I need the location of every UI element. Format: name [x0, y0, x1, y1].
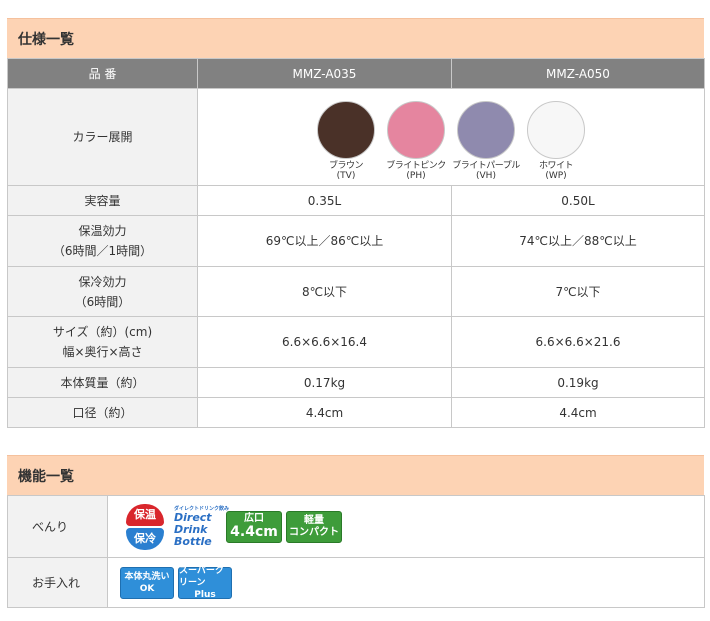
spec-row-mouth-diameter: 口径（約） 4.4cm 4.4cm [7, 397, 705, 428]
wide-mouth-badge: 広口 4.4cm [226, 510, 282, 543]
cell-a035: 0.35L [197, 185, 452, 216]
swatch-name: ホワイト [538, 161, 574, 171]
swatch-circle [527, 101, 585, 159]
spec-section-heading: 仕様一覧 [7, 18, 704, 58]
heat-cold-retention-icon: 保温 保冷 [120, 502, 170, 552]
wash-ok-badge: 本体丸洗い OK [120, 566, 174, 599]
header-model-label: 品 番 [7, 58, 198, 89]
lightweight-label: 軽量 [304, 514, 324, 526]
row-label: 保冷効力 （6時間） [7, 266, 198, 317]
spec-row-size: サイズ（約）(cm) 幅×奥行×高さ 6.6×6.6×16.4 6.6×6.6×… [7, 316, 705, 368]
features-heading-text: 機能一覧 [18, 468, 74, 485]
feature-icons-benri: 保温 保冷 ダイレクトドリンク飲み Direct Drink Bottle 広口… [107, 495, 705, 558]
cell-a035: 8℃以下 [197, 266, 452, 317]
row-label: 口径（約） [7, 397, 198, 428]
swatch-bright-purple: ブライトパープル (VH) [452, 101, 520, 181]
header-model-a035: MMZ-A035 [197, 58, 452, 89]
swatch-name: ブライトパープル [452, 161, 520, 171]
wash-ok-text: OK [139, 583, 155, 594]
spec-table: 品 番 MMZ-A035 MMZ-A050 カラー展開 ブラウン (TV) ブラ… [7, 58, 705, 428]
super-clean-label: スーパークリーン [179, 565, 224, 588]
feature-icons-care: 本体丸洗い OK スーパークリーン Plus [107, 557, 705, 608]
cell-a050: 7℃以下 [451, 266, 705, 317]
feature-label-care: お手入れ [7, 557, 108, 608]
swatch-code: (PH) [406, 171, 426, 181]
row-label-line1: 保冷効力 [78, 274, 127, 289]
cell-a035: 69℃以上／86℃以上 [197, 215, 452, 267]
super-clean-plus-badge: スーパークリーン Plus [178, 565, 232, 600]
features-table: べんり 保温 保冷 ダイレクトドリンク飲み Direct Drink Bottl… [7, 495, 705, 608]
direct-drink-bottle-icon: ダイレクトドリンク飲み Direct Drink Bottle [174, 503, 229, 551]
cell-a050: 74℃以上／88℃以上 [451, 215, 705, 267]
header-model-a050: MMZ-A050 [451, 58, 705, 89]
lightweight-compact-badge: 軽量 コンパクト [286, 510, 342, 543]
wash-label: 本体丸洗い [124, 571, 170, 582]
cell-a050: 0.19kg [451, 367, 705, 398]
feature-row-care: お手入れ 本体丸洗い OK スーパークリーン Plus [7, 557, 705, 608]
compact-label: コンパクト [289, 526, 339, 538]
cell-a050: 6.6×6.6×21.6 [451, 316, 705, 368]
spec-row-capacity: 実容量 0.35L 0.50L [7, 185, 705, 216]
cell-a035: 6.6×6.6×16.4 [197, 316, 452, 368]
ddb-line1: Direct [174, 510, 212, 524]
swatch-name: ブライトピンク [386, 161, 446, 171]
spec-header-row: 品 番 MMZ-A035 MMZ-A050 [7, 58, 705, 89]
row-label-line2: （6時間／1時間） [52, 244, 153, 258]
row-label-line2: 幅×奥行×高さ [62, 345, 143, 359]
swatch-name: ブラウン [328, 161, 364, 171]
cold-retention-text: 保冷 [126, 527, 164, 550]
swatch-white: ホワイト (WP) [525, 101, 587, 181]
feature-row-benri: べんり 保温 保冷 ダイレクトドリンク飲み Direct Drink Bottl… [7, 495, 705, 558]
super-clean-plus-text: Plus [194, 589, 216, 600]
cell-a035: 4.4cm [197, 397, 452, 428]
spec-row-weight: 本体質量（約） 0.17kg 0.19kg [7, 367, 705, 398]
swatch-brown: ブラウン (TV) [315, 101, 377, 181]
color-label: カラー展開 [7, 88, 198, 186]
row-label: 実容量 [7, 185, 198, 216]
row-label-line2: （6時間） [74, 294, 131, 309]
row-label: 本体質量（約） [7, 367, 198, 398]
ddb-line2: Drink [174, 522, 208, 536]
heat-retention-text: 保温 [126, 503, 164, 526]
cell-a050: 0.50L [451, 185, 705, 216]
spec-row-cold-retention: 保冷効力 （6時間） 8℃以下 7℃以下 [7, 266, 705, 317]
features-section-heading: 機能一覧 [7, 455, 704, 495]
swatch-code: (TV) [336, 171, 356, 181]
cell-a035: 0.17kg [197, 367, 452, 398]
swatch-code: (VH) [476, 171, 496, 181]
feature-label-benri: べんり [7, 495, 108, 558]
row-label: 保温効力 （6時間／1時間） [7, 215, 198, 267]
cell-a050: 4.4cm [451, 397, 705, 428]
color-swatches-cell: ブラウン (TV) ブライトピンク (PH) ブライトパープル (VH) ホワイ… [197, 88, 705, 186]
spec-heading-text: 仕様一覧 [18, 31, 74, 48]
spec-row-heat-retention: 保温効力 （6時間／1時間） 69℃以上／86℃以上 74℃以上／88℃以上 [7, 215, 705, 267]
ddb-line3: Bottle [174, 534, 212, 548]
row-label-line1: 保温効力 [78, 224, 127, 238]
swatch-circle [317, 101, 375, 159]
swatch-circle [457, 101, 515, 159]
row-label-line1: サイズ（約）(cm) [52, 325, 153, 339]
row-label: サイズ（約）(cm) 幅×奥行×高さ [7, 316, 198, 368]
color-row: カラー展開 ブラウン (TV) ブライトピンク (PH) ブライトパープル (V… [7, 88, 705, 186]
color-swatches: ブラウン (TV) ブライトピンク (PH) ブライトパープル (VH) ホワイ… [198, 93, 704, 181]
swatch-code: (WP) [545, 171, 567, 181]
wide-mouth-size: 4.4cm [230, 524, 278, 540]
swatch-bright-pink: ブライトピンク (PH) [385, 101, 447, 181]
swatch-circle [387, 101, 445, 159]
